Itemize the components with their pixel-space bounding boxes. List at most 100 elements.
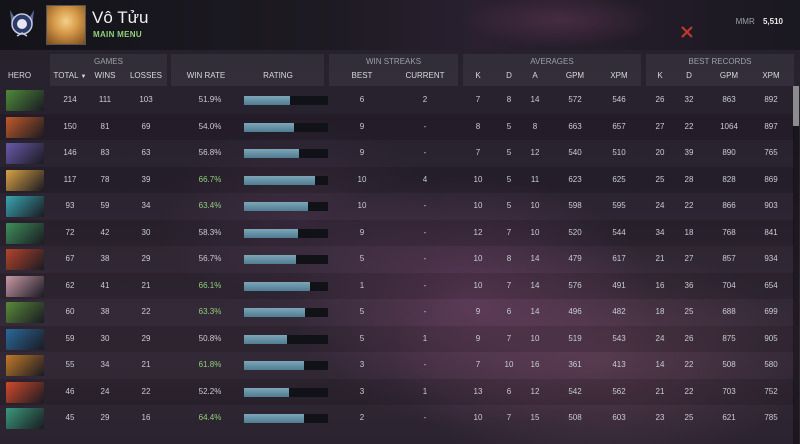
best-streak-column-header[interactable]: BEST bbox=[344, 71, 380, 80]
rating-bar-fill bbox=[244, 202, 308, 211]
hero-portrait-icon[interactable] bbox=[6, 302, 44, 323]
hero-portrait-icon[interactable] bbox=[6, 328, 44, 350]
record-deaths-cell: 25 bbox=[684, 413, 694, 422]
total-games-cell: 214 bbox=[63, 95, 77, 104]
player-avatar[interactable] bbox=[46, 5, 86, 45]
avg-gpm-cell: 496 bbox=[568, 307, 582, 316]
table-row[interactable]: 146 83 63 56.8% 9 - 7 5 12 540 510 20 39 890 765 bbox=[0, 140, 794, 166]
losses-cell: 103 bbox=[139, 95, 153, 104]
table-row[interactable]: 59 30 29 50.8% 5 1 9 7 10 519 543 24 26 875 905 bbox=[0, 325, 794, 352]
avg-deaths-cell: 5 bbox=[506, 201, 512, 210]
rating-bar bbox=[244, 308, 328, 317]
avg-assists-cell: 10 bbox=[530, 227, 540, 237]
sort-desc-icon: ▼ bbox=[80, 74, 87, 80]
hero-portrait-icon[interactable] bbox=[6, 222, 44, 244]
table-row[interactable]: 62 41 21 66.1% 1 - 10 7 14 576 491 16 36 704 654 bbox=[0, 272, 794, 299]
avg-deaths-cell: 6 bbox=[506, 307, 512, 316]
current-streak-column-header[interactable]: CURRENT bbox=[400, 71, 450, 80]
record-xpm-cell: 934 bbox=[764, 254, 778, 263]
losses-cell: 16 bbox=[141, 413, 151, 422]
avg-assists-cell: 14 bbox=[530, 307, 540, 316]
hero-portrait-icon[interactable] bbox=[6, 275, 44, 297]
avg-assists-cell: 10 bbox=[530, 201, 540, 210]
best-streak-cell: 2 bbox=[359, 413, 365, 422]
wins-cell: 78 bbox=[100, 174, 110, 184]
wins-cell: 29 bbox=[100, 413, 110, 422]
profile-header: Vô Tửu MAIN MENU MMR 5,510 bbox=[0, 0, 800, 50]
current-streak-cell: - bbox=[423, 121, 427, 131]
avg-gpm-cell: 519 bbox=[568, 333, 582, 343]
avg-assists-cell: 15 bbox=[530, 413, 540, 422]
xpm-column-header[interactable]: XPM bbox=[604, 71, 634, 80]
record-kills-column-header[interactable]: K bbox=[650, 71, 670, 80]
win-rate-cell: 66.1% bbox=[198, 280, 222, 290]
hero-portrait-icon[interactable] bbox=[6, 169, 44, 191]
record-xpm-cell: 869 bbox=[764, 174, 778, 184]
total-column-header[interactable]: TOTAL ▼ bbox=[52, 71, 88, 80]
table-row[interactable]: 60 38 22 63.3% 5 - 9 6 14 496 482 18 25 688 699 bbox=[0, 299, 794, 325]
avg-deaths-cell: 5 bbox=[506, 121, 512, 131]
record-kills-cell: 23 bbox=[655, 413, 665, 422]
record-gpm-cell: 768 bbox=[722, 227, 736, 237]
gpm-column-header[interactable]: GPM bbox=[560, 71, 590, 80]
record-gpm-cell: 703 bbox=[722, 386, 736, 396]
table-row[interactable]: 214 111 103 51.9% 6 2 7 8 14 572 546 26 32 863 892 bbox=[0, 87, 794, 113]
hero-portrait-icon[interactable] bbox=[6, 196, 44, 217]
record-kills-cell: 16 bbox=[655, 280, 665, 290]
rating-bar bbox=[244, 334, 328, 344]
total-games-cell: 59 bbox=[65, 333, 75, 343]
table-row[interactable]: 55 34 21 61.8% 3 - 7 10 16 361 413 14 22 508 580 bbox=[0, 352, 794, 378]
avg-kills-cell: 13 bbox=[473, 386, 483, 396]
record-deaths-cell: 32 bbox=[684, 95, 694, 104]
table-row[interactable]: 46 24 22 52.2% 3 1 13 6 12 542 562 21 22 703 752 bbox=[0, 378, 794, 405]
losses-cell: 39 bbox=[141, 174, 151, 184]
wins-column-header[interactable]: WINS bbox=[90, 71, 120, 80]
table-row[interactable]: 93 59 34 63.4% 10 - 10 5 10 598 595 24 22 866 903 bbox=[0, 193, 794, 219]
record-gpm-column-header[interactable]: GPM bbox=[714, 71, 744, 80]
main-menu-link[interactable]: MAIN MENU bbox=[93, 30, 142, 39]
current-streak-cell: 1 bbox=[422, 386, 428, 396]
win-rate-cell: 61.8% bbox=[198, 360, 222, 369]
current-streak-cell: - bbox=[423, 254, 427, 263]
avg-assists-cell: 14 bbox=[530, 254, 540, 263]
kills-column-header[interactable]: K bbox=[468, 71, 488, 80]
scrollbar-thumb[interactable] bbox=[793, 86, 799, 126]
table-row[interactable]: 67 38 29 56.7% 5 - 10 8 14 479 617 21 27 857 934 bbox=[0, 246, 794, 272]
current-streak-cell: - bbox=[423, 227, 427, 237]
record-deaths-cell: 18 bbox=[684, 227, 694, 237]
hero-portrait-icon[interactable] bbox=[6, 355, 44, 376]
losses-cell: 22 bbox=[141, 307, 151, 316]
record-xpm-cell: 654 bbox=[764, 280, 778, 290]
rating-column-header[interactable]: RATING bbox=[258, 71, 298, 80]
hero-portrait-icon[interactable] bbox=[6, 408, 44, 429]
deaths-column-header[interactable]: D bbox=[499, 71, 519, 80]
record-kills-cell: 21 bbox=[655, 254, 665, 263]
total-games-cell: 45 bbox=[65, 413, 75, 422]
table-row[interactable]: 150 81 69 54.0% 9 - 8 5 8 663 657 27 22 1064 897 bbox=[0, 113, 794, 140]
record-kills-cell: 24 bbox=[655, 333, 665, 343]
hero-column-header[interactable]: HERO bbox=[8, 71, 31, 80]
close-icon[interactable] bbox=[679, 24, 695, 40]
assists-column-header[interactable]: A bbox=[525, 71, 545, 80]
win-rate-column-header[interactable]: WIN RATE bbox=[178, 71, 234, 80]
hero-portrait-icon[interactable] bbox=[6, 143, 44, 164]
rating-bar-fill bbox=[244, 122, 294, 132]
hero-portrait-icon[interactable] bbox=[6, 116, 44, 138]
avg-deaths-cell: 8 bbox=[506, 254, 512, 263]
record-deaths-column-header[interactable]: D bbox=[679, 71, 699, 80]
record-xpm-column-header[interactable]: XPM bbox=[756, 71, 786, 80]
losses-column-header[interactable]: LOSSES bbox=[128, 71, 164, 80]
win-rate-cell: 54.0% bbox=[198, 121, 222, 131]
best-streak-cell: 9 bbox=[359, 148, 365, 157]
table-row[interactable]: 72 42 30 58.3% 9 - 12 7 10 520 544 34 18 768 841 bbox=[0, 219, 794, 246]
table-row[interactable]: 45 29 16 64.4% 2 - 10 7 15 508 603 23 25 621 785 bbox=[0, 405, 794, 431]
scrollbar[interactable] bbox=[793, 86, 799, 444]
avg-assists-cell: 12 bbox=[530, 386, 540, 396]
wins-cell: 59 bbox=[100, 201, 110, 210]
hero-portrait-icon[interactable] bbox=[6, 381, 44, 403]
losses-cell: 30 bbox=[141, 227, 151, 237]
hero-portrait-icon[interactable] bbox=[6, 90, 44, 111]
record-deaths-cell: 36 bbox=[684, 280, 694, 290]
table-row[interactable]: 117 78 39 66.7% 10 4 10 5 11 623 625 25 28 828 869 bbox=[0, 166, 794, 193]
hero-portrait-icon[interactable] bbox=[6, 249, 44, 270]
